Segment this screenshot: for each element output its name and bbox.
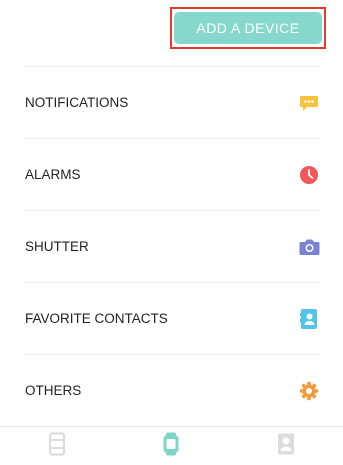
add-device-highlight: ADD A DEVICE — [170, 7, 326, 49]
notification-chat-icon — [298, 92, 320, 114]
gear-icon — [298, 380, 320, 402]
menu-item-label: SHUTTER — [25, 239, 89, 254]
menu-item-shutter[interactable]: SHUTTER — [25, 210, 320, 282]
tab-activity[interactable] — [0, 427, 114, 465]
menu-item-label: FAVORITE CONTACTS — [25, 311, 168, 326]
alarm-clock-icon — [298, 164, 320, 186]
contact-card-icon — [298, 308, 320, 330]
settings-list: NOTIFICATIONS ALARMS SHUTTER FAVORITE CO… — [0, 66, 343, 426]
menu-item-label: ALARMS — [25, 167, 81, 182]
add-device-button[interactable]: ADD A DEVICE — [174, 12, 322, 44]
tab-device[interactable] — [114, 427, 228, 465]
menu-item-others[interactable]: OTHERS — [25, 354, 320, 426]
menu-item-notifications[interactable]: NOTIFICATIONS — [25, 66, 320, 138]
camera-icon — [298, 236, 320, 258]
menu-item-alarms[interactable]: ALARMS — [25, 138, 320, 210]
menu-item-label: OTHERS — [25, 383, 82, 398]
bottom-tab-bar — [0, 426, 343, 465]
tab-profile[interactable] — [229, 427, 343, 465]
profile-icon — [277, 432, 295, 461]
menu-item-favorite-contacts[interactable]: FAVORITE CONTACTS — [25, 282, 320, 354]
tracker-outline-icon — [48, 431, 66, 461]
watch-icon — [162, 432, 180, 461]
menu-item-label: NOTIFICATIONS — [25, 95, 129, 110]
